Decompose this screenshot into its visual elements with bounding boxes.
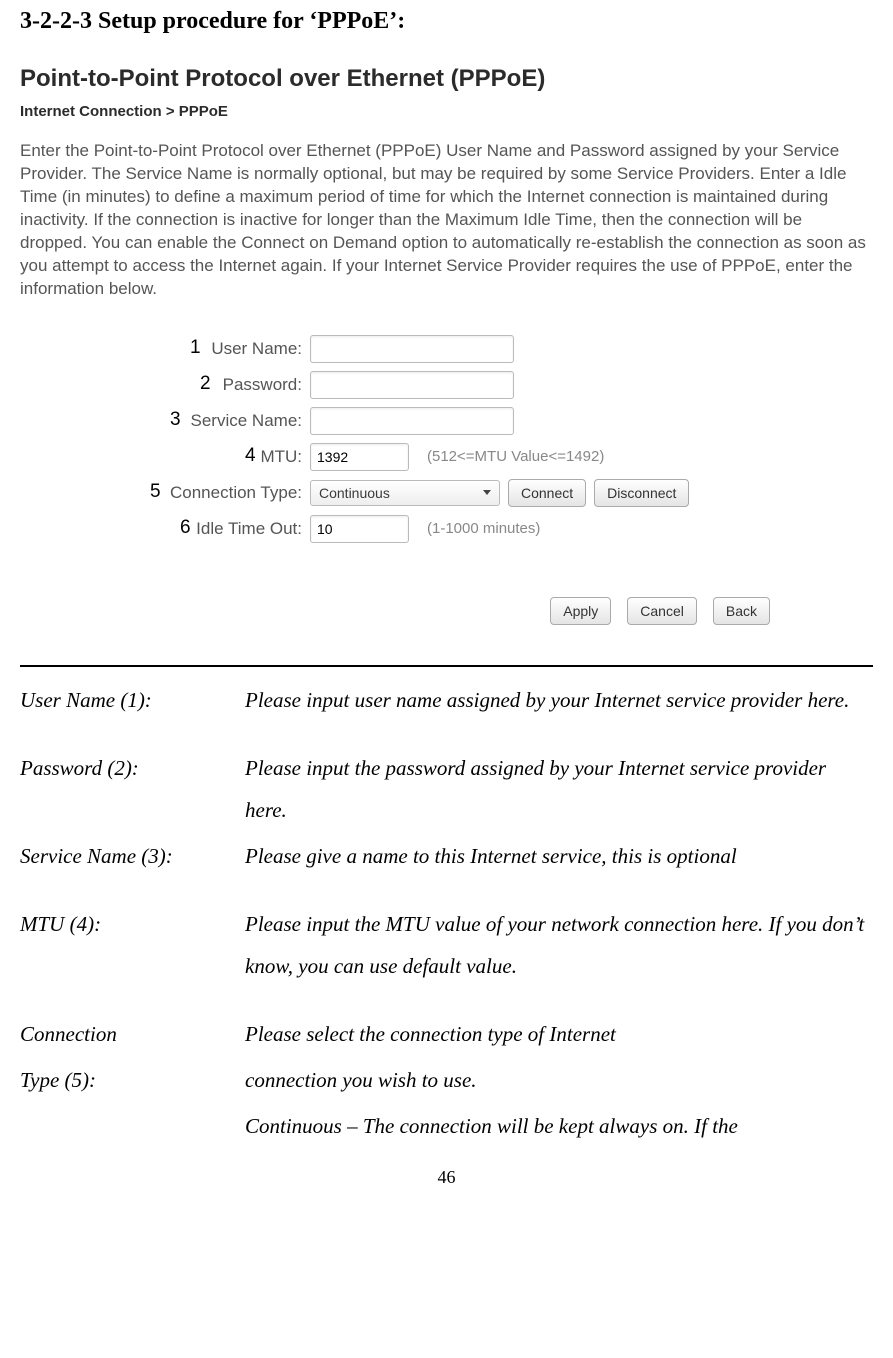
mtu-hint: (512<=MTU Value<=1492)	[427, 448, 604, 465]
pppoe-form: 1 User Name: 2 Password: 3 Service Name:…	[20, 331, 780, 625]
connection-type-value: Continuous	[319, 485, 390, 501]
desc-term: Password (2):	[20, 747, 245, 831]
instruction-paragraph: Enter the Point-to-Point Protocol over E…	[20, 140, 873, 301]
user-name-input[interactable]	[310, 335, 514, 363]
idle-timeout-input[interactable]	[310, 515, 409, 543]
chevron-down-icon	[483, 490, 491, 495]
desc-text: Please input the MTU value of your netwo…	[245, 903, 873, 987]
desc-text: Please input user name assigned by your …	[245, 679, 873, 721]
connection-type-label: Connection Type:	[20, 483, 310, 503]
desc-text: Please give a name to this Internet serv…	[245, 835, 873, 877]
page-title: Point-to-Point Protocol over Ethernet (P…	[20, 65, 873, 93]
callout-1: 1	[190, 337, 201, 359]
desc-text: Please select the connection type of Int…	[245, 1013, 873, 1055]
mtu-input[interactable]	[310, 443, 409, 471]
desc-text: connection you wish to use.	[245, 1059, 873, 1101]
callout-4: 4	[245, 445, 256, 467]
connect-button[interactable]: Connect	[508, 479, 586, 507]
desc-term: Connection	[20, 1013, 245, 1055]
apply-button[interactable]: Apply	[550, 597, 611, 625]
disconnect-button[interactable]: Disconnect	[594, 479, 689, 507]
password-input[interactable]	[310, 371, 514, 399]
callout-5: 5	[150, 481, 161, 503]
breadcrumb: Internet Connection > PPPoE	[20, 103, 873, 120]
desc-text: Continuous – The connection will be kept…	[245, 1105, 873, 1147]
description-list: User Name (1): Please input user name as…	[20, 665, 873, 1147]
callout-3: 3	[170, 409, 181, 431]
back-button[interactable]: Back	[713, 597, 770, 625]
connection-type-select[interactable]: Continuous	[310, 480, 500, 506]
desc-term	[20, 1105, 245, 1147]
desc-term: MTU (4):	[20, 903, 245, 987]
user-name-label: User Name:	[20, 339, 310, 359]
callout-6: 6	[180, 517, 191, 539]
service-name-label: Service Name:	[20, 411, 310, 431]
desc-text: Please input the password assigned by yo…	[245, 747, 873, 831]
idle-hint: (1-1000 minutes)	[427, 520, 540, 537]
router-ui-screenshot: Point-to-Point Protocol over Ethernet (P…	[20, 65, 873, 625]
callout-2: 2	[200, 373, 211, 395]
cancel-button[interactable]: Cancel	[627, 597, 697, 625]
desc-term: Service Name (3):	[20, 835, 245, 877]
password-label: Password:	[20, 375, 310, 395]
page-number: 46	[20, 1167, 873, 1188]
service-name-input[interactable]	[310, 407, 514, 435]
section-title: 3-2-2-3 Setup procedure for ‘PPPoE’:	[20, 8, 873, 35]
desc-term: User Name (1):	[20, 679, 245, 721]
desc-term: Type (5):	[20, 1059, 245, 1101]
idle-timeout-label: Idle Time Out:	[20, 519, 310, 539]
mtu-label: MTU:	[20, 447, 310, 467]
